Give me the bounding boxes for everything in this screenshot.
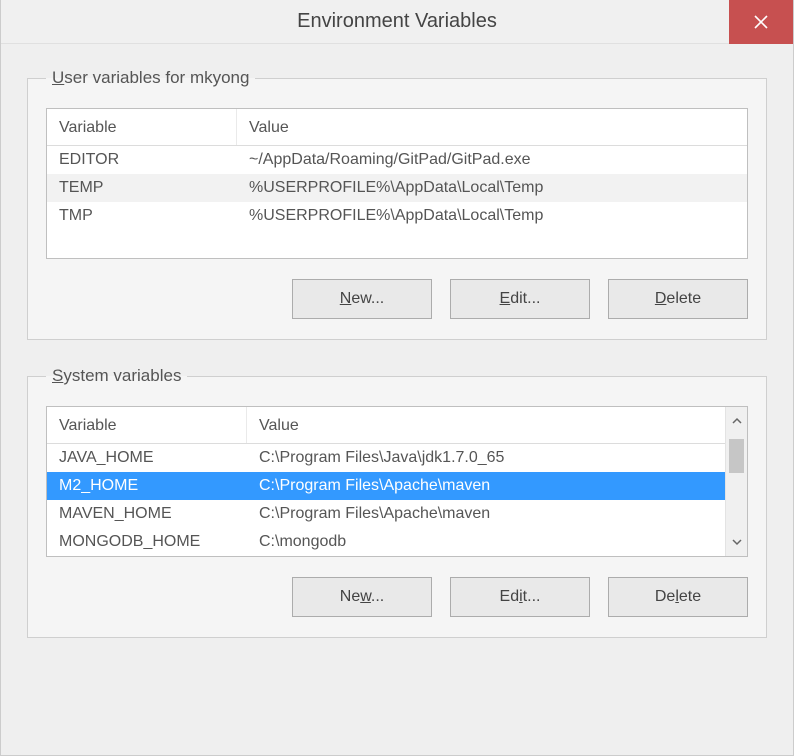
delete-user-var-button[interactable]: Delete bbox=[608, 279, 748, 319]
new-user-var-button[interactable]: New... bbox=[292, 279, 432, 319]
scrollbar-track[interactable] bbox=[726, 435, 747, 528]
scroll-up-icon[interactable] bbox=[726, 407, 747, 435]
environment-variables-dialog: Environment Variables User variables for… bbox=[0, 0, 794, 756]
system-variables-group: System variables Variable Value JAVA_HOM… bbox=[27, 366, 767, 638]
window-title: Environment Variables bbox=[65, 10, 729, 33]
edit-system-var-button[interactable]: Edit... bbox=[450, 577, 590, 617]
list-item[interactable]: MAVEN_HOME C:\Program Files\Apache\maven bbox=[47, 500, 747, 528]
scroll-down-icon[interactable] bbox=[726, 528, 747, 556]
edit-user-var-button[interactable]: Edit... bbox=[450, 279, 590, 319]
system-variables-list[interactable]: Variable Value JAVA_HOME C:\Program File… bbox=[46, 406, 748, 557]
close-icon bbox=[754, 15, 768, 29]
list-item[interactable]: MONGODB_HOME C:\mongodb bbox=[47, 528, 747, 556]
list-body: JAVA_HOME C:\Program Files\Java\jdk1.7.0… bbox=[47, 444, 747, 556]
scrollbar-thumb[interactable] bbox=[729, 439, 744, 473]
column-variable[interactable]: Variable bbox=[47, 407, 247, 443]
new-system-var-button[interactable]: New... bbox=[292, 577, 432, 617]
list-item[interactable]: JAVA_HOME C:\Program Files\Java\jdk1.7.0… bbox=[47, 444, 747, 472]
column-value[interactable]: Value bbox=[247, 407, 747, 443]
user-variables-legend: User variables for mkyong bbox=[46, 68, 255, 88]
close-button[interactable] bbox=[729, 0, 793, 44]
user-variables-group: User variables for mkyong Variable Value… bbox=[27, 68, 767, 340]
scrollbar[interactable] bbox=[725, 407, 747, 556]
list-item[interactable]: TMP %USERPROFILE%\AppData\Local\Temp bbox=[47, 202, 747, 230]
titlebar: Environment Variables bbox=[1, 0, 793, 44]
column-value[interactable]: Value bbox=[237, 109, 747, 145]
list-header: Variable Value bbox=[47, 407, 747, 444]
list-item-selected[interactable]: M2_HOME C:\Program Files\Apache\maven bbox=[47, 472, 747, 500]
list-item[interactable]: EDITOR ~/AppData/Roaming/GitPad/GitPad.e… bbox=[47, 146, 747, 174]
list-body: EDITOR ~/AppData/Roaming/GitPad/GitPad.e… bbox=[47, 146, 747, 258]
system-buttons-row: New... Edit... Delete bbox=[46, 577, 748, 617]
list-header: Variable Value bbox=[47, 109, 747, 146]
column-variable[interactable]: Variable bbox=[47, 109, 237, 145]
user-variables-list[interactable]: Variable Value EDITOR ~/AppData/Roaming/… bbox=[46, 108, 748, 259]
list-item[interactable]: TEMP %USERPROFILE%\AppData\Local\Temp bbox=[47, 174, 747, 202]
delete-system-var-button[interactable]: Delete bbox=[608, 577, 748, 617]
system-variables-legend: System variables bbox=[46, 366, 187, 386]
dialog-content: User variables for mkyong Variable Value… bbox=[1, 44, 793, 755]
user-buttons-row: New... Edit... Delete bbox=[46, 279, 748, 319]
